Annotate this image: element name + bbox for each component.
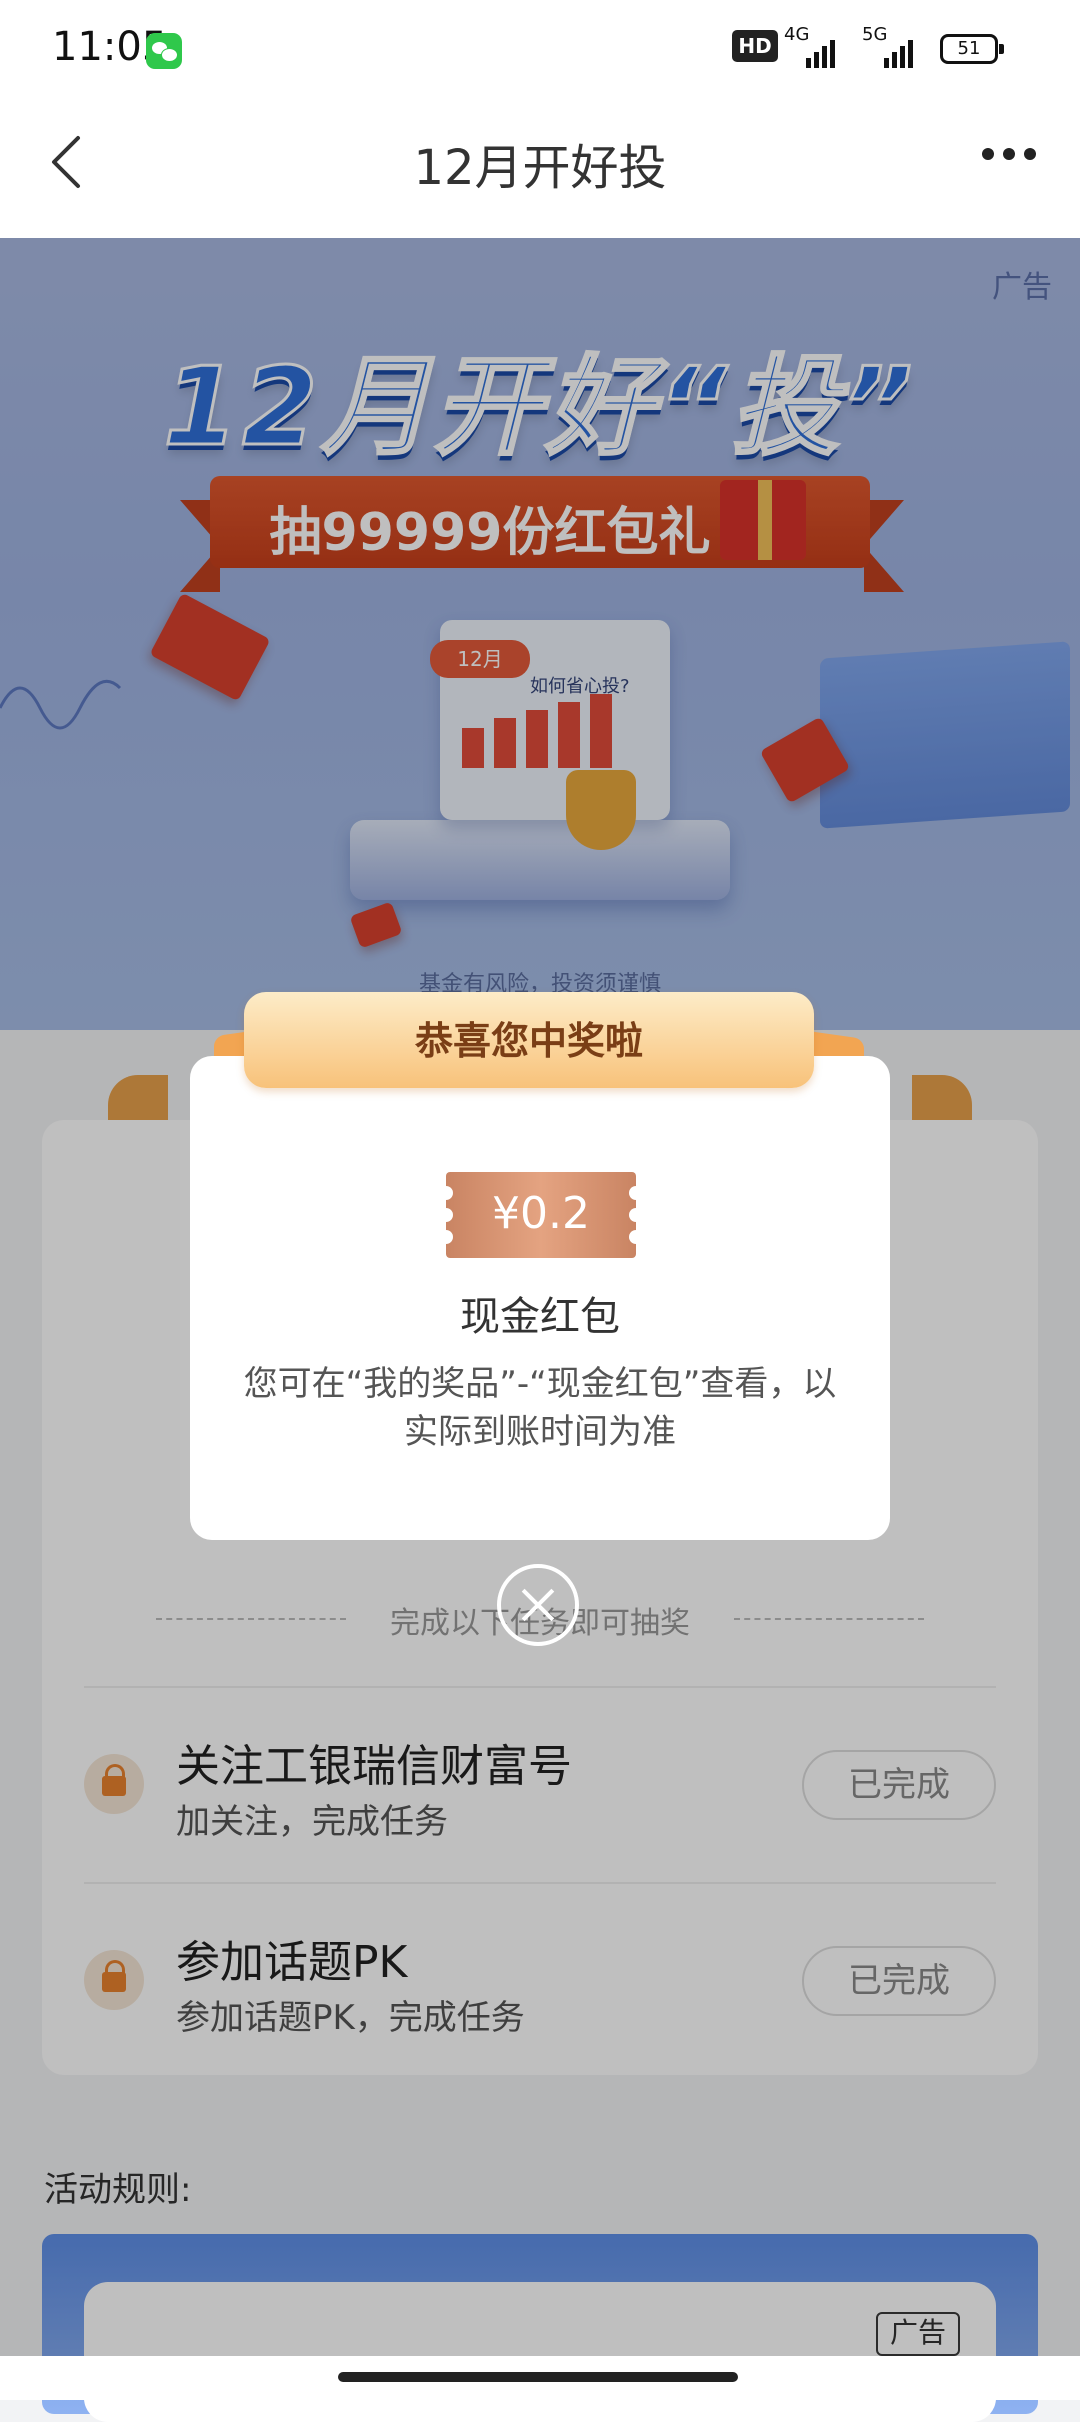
modal-title: 恭喜您中奖啦 [414,1019,643,1063]
home-indicator[interactable] [338,2372,738,2382]
signal-icon [884,36,913,68]
close-icon[interactable] [497,1564,579,1646]
signal-icon [806,36,835,68]
battery-icon: 51 [940,34,1004,64]
more-options-icon[interactable] [982,148,1036,160]
wechat-notification-icon [146,33,182,69]
page-title: 12月开好投 [413,140,667,196]
prize-name: 现金红包 [460,1294,620,1340]
prize-amount: ¥0.2 [492,1188,590,1239]
hd-icon: HD [732,30,778,62]
prize-description: 您可在“我的奖品”-“现金红包”查看，以实际到账时间为准 [243,1364,837,1452]
